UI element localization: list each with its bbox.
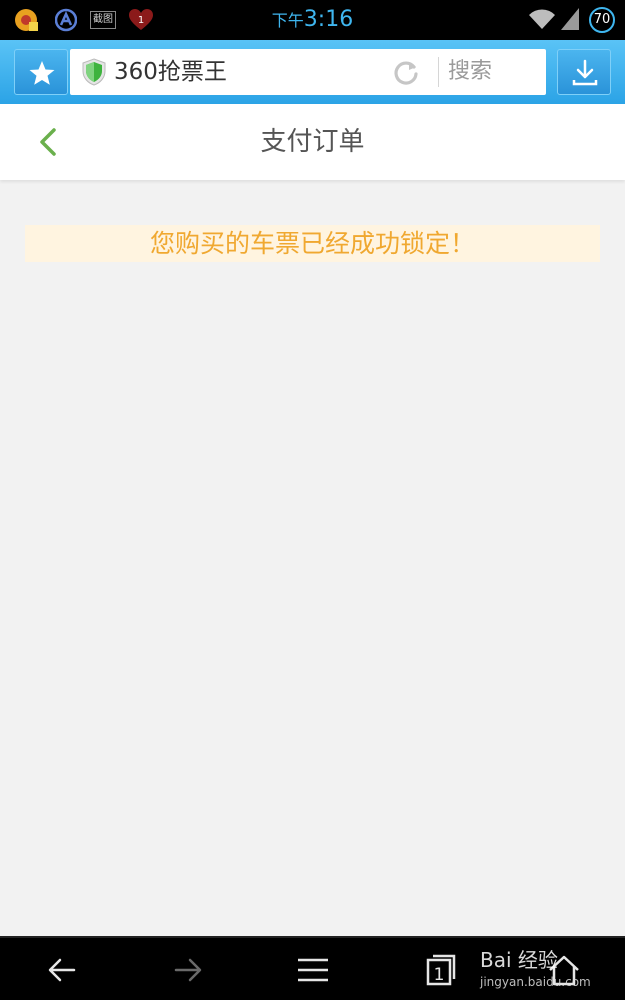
- page-header: 支付订单: [0, 104, 625, 180]
- nav-back-icon[interactable]: [44, 952, 80, 988]
- favorites-button[interactable]: [14, 49, 68, 95]
- status-bar: 截图 1 下午3:16 70: [0, 0, 625, 40]
- time-value: 3:16: [303, 7, 354, 32]
- time-prefix: 下午: [271, 11, 304, 30]
- battery-indicator: 70: [589, 7, 615, 33]
- menu-icon[interactable]: [295, 952, 331, 988]
- download-icon: [572, 59, 598, 86]
- baidu-watermark: Bai 经验 jingyan.baidu.com: [480, 944, 591, 989]
- tabs-icon: 1: [426, 954, 456, 986]
- star-icon: [29, 61, 55, 85]
- refresh-icon[interactable]: [392, 58, 420, 86]
- watermark-url: jingyan.baidu.com: [480, 975, 591, 989]
- search-button[interactable]: 搜索: [448, 57, 492, 87]
- browser-toolbar: 360抢票王 搜索: [0, 40, 625, 104]
- wifi-icon: [529, 9, 555, 29]
- url-divider: [438, 57, 439, 87]
- bottom-navigation-bar: 1 Bai 经验 jingyan.baidu.com: [0, 936, 625, 1000]
- page-title: 支付订单: [260, 127, 365, 157]
- lock-success-notice: 您购买的车票已经成功锁定！: [25, 225, 600, 262]
- download-button[interactable]: [557, 49, 611, 95]
- address-bar[interactable]: 360抢票王 搜索: [70, 49, 546, 95]
- page-url-title: 360抢票王: [114, 59, 227, 85]
- security-shield-icon: [82, 58, 106, 86]
- screen: 截图 1 下午3:16 70 360抢票王 搜索 支付订单 您购买的车票已经成功…: [0, 0, 625, 1000]
- tab-count: 1: [434, 965, 445, 985]
- watermark-text: Bai 经验: [480, 948, 558, 972]
- nav-forward-icon[interactable]: [170, 952, 206, 988]
- signal-icon: [561, 8, 579, 30]
- tabs-button[interactable]: 1: [422, 952, 458, 988]
